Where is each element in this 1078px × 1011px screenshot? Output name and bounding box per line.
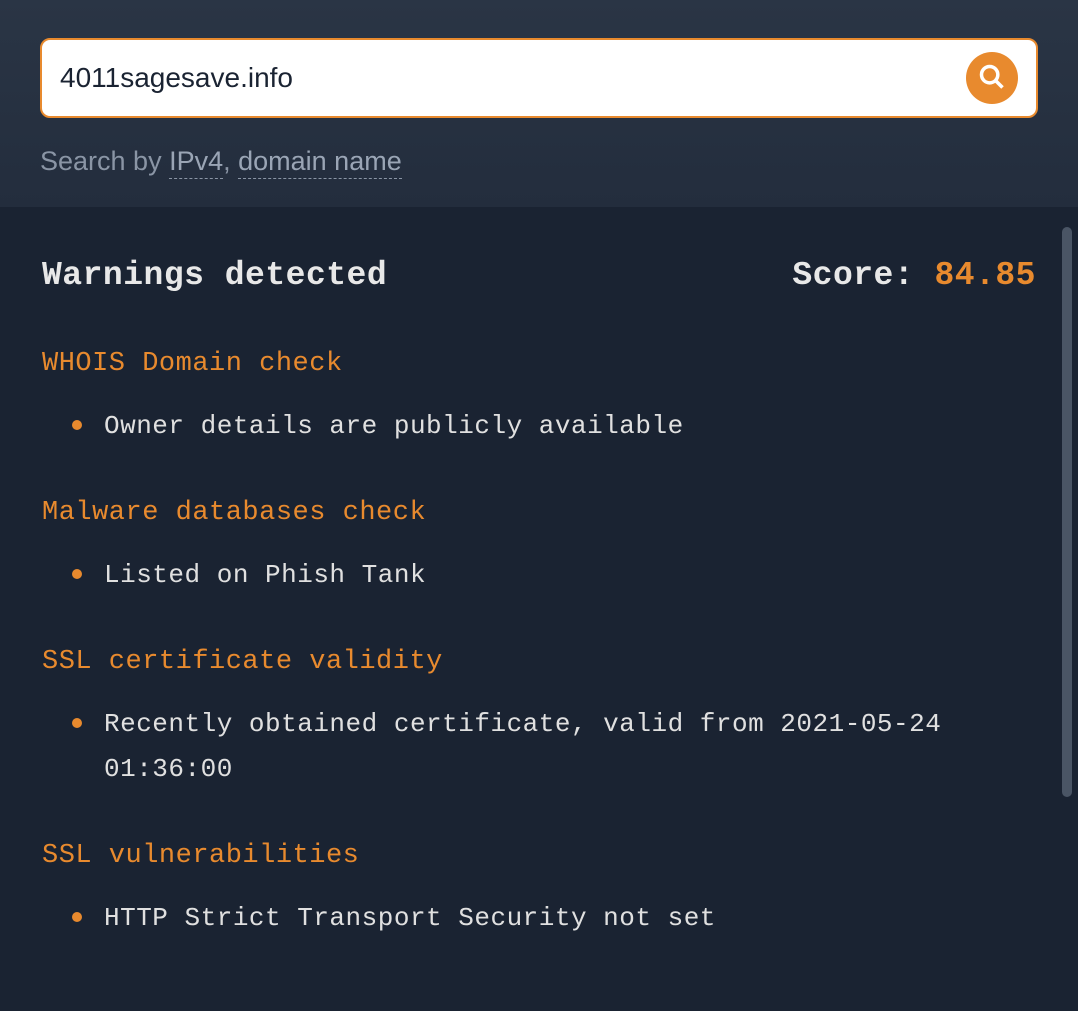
whois-section: WHOIS Domain check Owner details are pub… <box>42 349 1036 448</box>
scrollbar[interactable] <box>1062 227 1072 797</box>
search-input[interactable] <box>60 62 966 94</box>
search-section: Search by IPv4, domain name <box>0 0 1078 207</box>
list-item: HTTP Strict Transport Security not set <box>72 896 1036 940</box>
score-value: 84.85 <box>934 257 1036 294</box>
malware-section: Malware databases check Listed on Phish … <box>42 498 1036 597</box>
score-block: Score: 84.85 <box>792 257 1036 294</box>
results-section: Warnings detected Score: 84.85 WHOIS Dom… <box>0 207 1078 993</box>
list-item: Recently obtained certificate, valid fro… <box>72 702 1036 790</box>
search-button[interactable] <box>966 52 1018 104</box>
score-label: Score: <box>792 257 934 294</box>
results-wrapper: Warnings detected Score: 84.85 WHOIS Dom… <box>0 207 1078 993</box>
section-title: SSL certificate validity <box>42 647 1036 677</box>
hint-separator: , <box>223 146 238 176</box>
search-icon <box>978 63 1006 94</box>
list-item: Owner details are publicly available <box>72 404 1036 448</box>
search-hint: Search by IPv4, domain name <box>40 146 1038 177</box>
ssl-vuln-section: SSL vulnerabilities HTTP Strict Transpor… <box>42 841 1036 940</box>
section-title: SSL vulnerabilities <box>42 841 1036 871</box>
bullet-list: Owner details are publicly available <box>42 404 1036 448</box>
bullet-list: Listed on Phish Tank <box>42 553 1036 597</box>
header-row: Warnings detected Score: 84.85 <box>42 257 1036 294</box>
bullet-list: Recently obtained certificate, valid fro… <box>42 702 1036 790</box>
search-box <box>40 38 1038 118</box>
hint-link-ipv4[interactable]: IPv4 <box>169 146 223 179</box>
ssl-validity-section: SSL certificate validity Recently obtain… <box>42 647 1036 790</box>
section-title: Malware databases check <box>42 498 1036 528</box>
section-title: WHOIS Domain check <box>42 349 1036 379</box>
warnings-title: Warnings detected <box>42 257 387 294</box>
list-item: Listed on Phish Tank <box>72 553 1036 597</box>
hint-prefix: Search by <box>40 146 169 176</box>
hint-link-domain[interactable]: domain name <box>238 146 402 179</box>
bullet-list: HTTP Strict Transport Security not set <box>42 896 1036 940</box>
